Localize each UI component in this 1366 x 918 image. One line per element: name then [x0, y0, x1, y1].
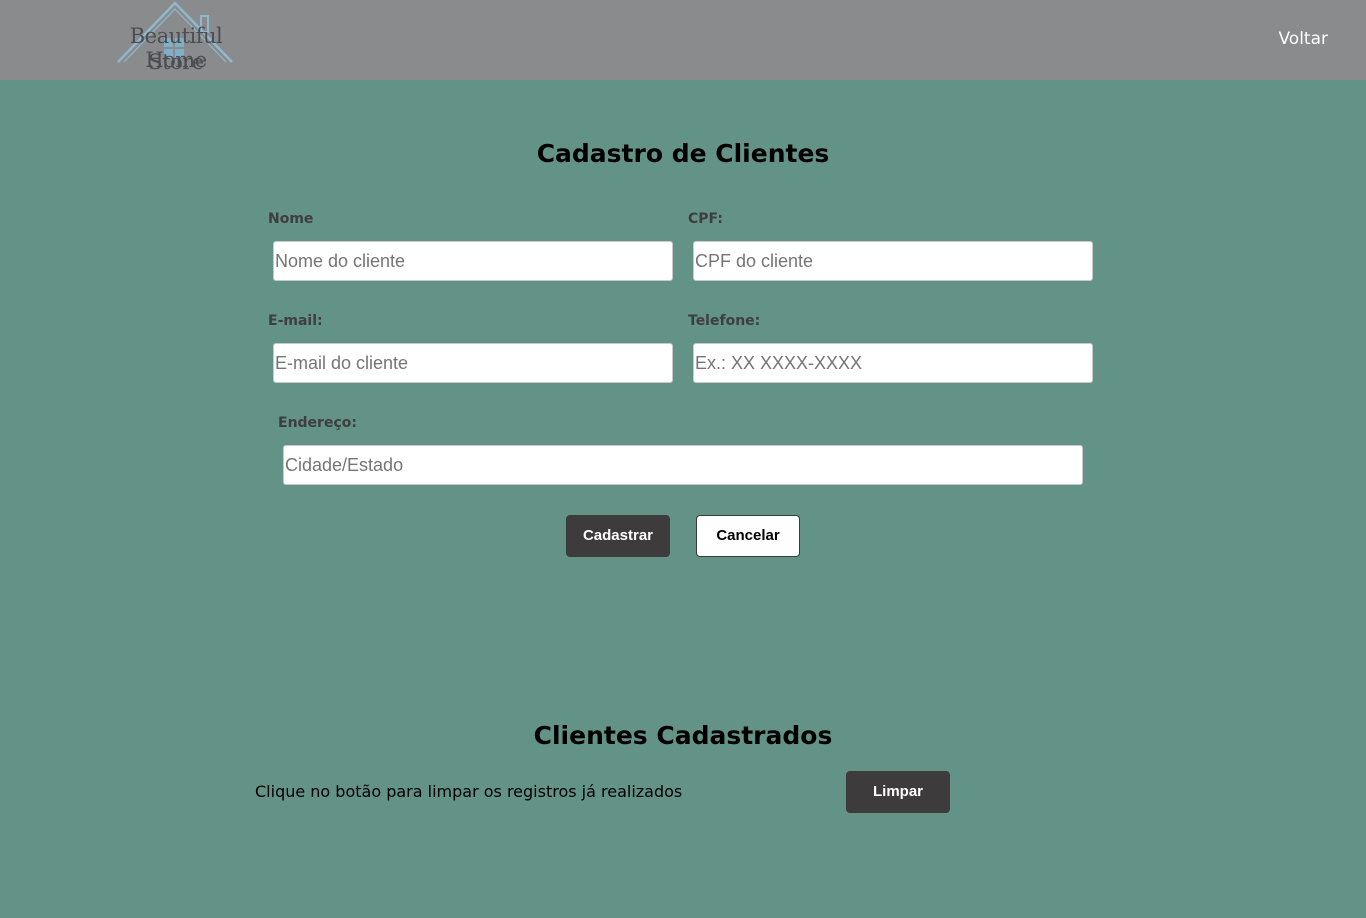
back-link[interactable]: Voltar	[1278, 29, 1328, 49]
store-logo[interactable]: Beautiful Home Store	[98, 0, 254, 76]
top-navbar: Beautiful Home Store Voltar	[0, 0, 1366, 80]
page-title: Cadastro de Clientes	[536, 139, 830, 168]
clients-section-title: Clientes Cadastrados	[533, 721, 833, 750]
phone-input[interactable]	[693, 343, 1093, 383]
cancel-button[interactable]: Cancelar	[696, 515, 800, 557]
clear-instructions: Clique no botão para limpar os registros…	[255, 782, 683, 801]
address-input[interactable]	[283, 445, 1083, 485]
submit-button[interactable]: Cadastrar	[566, 515, 670, 557]
logo-text-line2: Store	[148, 50, 204, 74]
address-label: Endereço:	[278, 415, 357, 431]
email-label: E-mail:	[268, 313, 323, 329]
cpf-input[interactable]	[693, 241, 1093, 281]
name-label: Nome	[268, 211, 314, 227]
name-input[interactable]	[273, 241, 673, 281]
cpf-label: CPF:	[688, 211, 723, 227]
phone-label: Telefone:	[688, 313, 761, 329]
email-input[interactable]	[273, 343, 673, 383]
clear-button[interactable]: Limpar	[846, 771, 950, 813]
